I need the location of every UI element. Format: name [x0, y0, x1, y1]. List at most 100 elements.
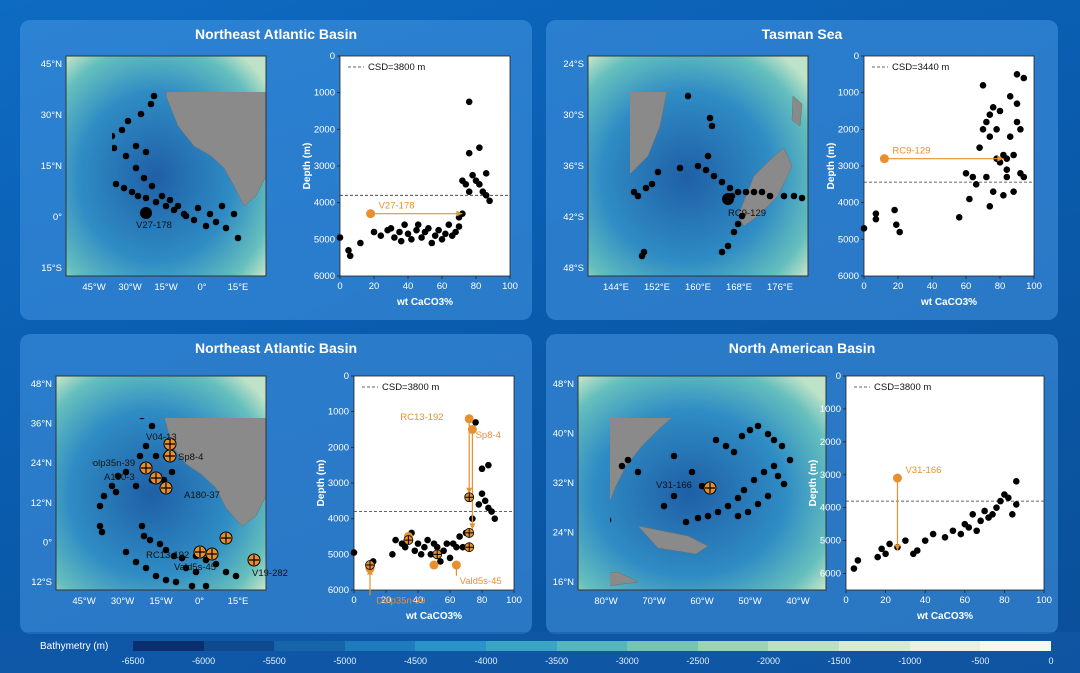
core-site-dot	[726, 184, 734, 192]
map-lon-label: 15°W	[154, 282, 177, 293]
core-site-dot	[676, 164, 684, 172]
data-point	[860, 225, 868, 232]
core-site-dot	[744, 508, 752, 516]
core-site-dot	[140, 532, 148, 540]
core-site-dot	[694, 514, 702, 522]
data-point	[425, 225, 432, 232]
map: V31-166 48°N 40°N 32°N 24°N 16°N 80°W 70°W 60°W 5…	[553, 375, 827, 607]
y-tick-label: 0	[330, 51, 335, 62]
panel-1: Northeast Atlantic Basin V27-178 45°N 30°N 1…	[20, 20, 532, 320]
data-point	[1012, 501, 1020, 508]
core-site-dot	[746, 426, 754, 434]
orange-point	[892, 473, 902, 483]
y-tick-label: 1000	[838, 88, 859, 99]
core-site-dot	[758, 188, 766, 196]
core-site-dot	[150, 92, 158, 100]
map-lon-label: 168°E	[726, 282, 752, 293]
map-lat-label: 48°S	[563, 263, 584, 274]
data-point	[1009, 510, 1016, 518]
core-site-highlight	[140, 207, 152, 219]
core-site-dot	[702, 166, 710, 174]
x-tick-label: 40	[920, 595, 931, 606]
map-lat-label: 24°N	[31, 458, 52, 469]
map-lon-label: 80°W	[594, 596, 617, 607]
data-point	[401, 221, 408, 228]
data-point	[1003, 166, 1011, 173]
data-point	[408, 236, 415, 243]
data-point	[996, 107, 1004, 115]
map-lat-label: 0°	[43, 537, 52, 548]
data-point	[442, 230, 449, 238]
data-point	[983, 118, 990, 126]
orange-label: V27-178	[379, 201, 415, 212]
core-site-dot	[128, 188, 136, 196]
core-site-dot	[780, 480, 788, 488]
core-site-dot	[712, 436, 720, 444]
data-point	[913, 547, 921, 554]
data-point	[1020, 173, 1028, 181]
data-point	[435, 226, 442, 234]
core-site-dot	[234, 234, 242, 242]
core-site-dot	[704, 512, 712, 520]
data-point	[854, 557, 862, 564]
data-point	[1017, 126, 1024, 133]
y-tick-label: 3000	[314, 161, 335, 172]
y-tick-label: 1000	[314, 88, 335, 99]
data-point	[411, 547, 419, 555]
map-lon-label: 40°W	[786, 596, 809, 607]
colorbar-cell	[556, 641, 628, 651]
core-site-dot	[202, 222, 210, 230]
data-point	[465, 149, 473, 157]
data-point	[414, 221, 422, 228]
core-site-dot	[642, 184, 650, 192]
core-site-dot	[778, 442, 786, 450]
core-site-dot	[734, 494, 742, 502]
data-point	[902, 537, 909, 544]
x-axis-label: wt CaCO3%	[405, 611, 462, 622]
y-tick-label: 5000	[820, 536, 841, 547]
y-tick-label: 2000	[314, 124, 335, 135]
orange-label: RC9-129	[892, 146, 930, 157]
data-point	[377, 232, 385, 239]
data-point	[882, 550, 889, 558]
core-site-dot	[147, 100, 155, 108]
y-axis-label: Depth (m)	[826, 143, 837, 190]
core-site-dot	[750, 188, 758, 196]
colorbar-cell	[980, 641, 1051, 651]
data-point	[491, 515, 499, 522]
y-tick-label: 6000	[838, 271, 859, 282]
core-site-dot	[142, 148, 150, 156]
colorbar-cell	[627, 641, 698, 651]
core-site-dot	[137, 110, 145, 118]
data-point	[428, 239, 436, 247]
colorbar-tick-label: -3500	[545, 656, 569, 666]
x-tick-label: 60	[960, 595, 971, 606]
core-site-dot	[120, 184, 128, 192]
data-point	[1010, 188, 1017, 195]
core-site-dot	[734, 512, 742, 520]
data-point	[965, 524, 973, 531]
core-site-dot	[152, 198, 160, 206]
core-site-dot	[148, 422, 156, 430]
core-site-dot	[660, 502, 668, 510]
core-site-dot	[714, 508, 722, 516]
x-tick-label: 100	[1036, 595, 1052, 606]
data-point	[346, 252, 354, 260]
core-site-dot	[156, 540, 164, 548]
colorbar-tick-label: -1500	[827, 656, 851, 666]
data-point	[949, 527, 957, 535]
map-lat-label: 36°S	[563, 161, 584, 172]
core-site-dot	[148, 182, 156, 190]
core-site-dot	[764, 430, 772, 438]
data-point	[850, 565, 858, 572]
core-site-dot	[222, 568, 230, 576]
data-point	[1005, 494, 1012, 502]
data-point	[485, 461, 492, 469]
core-site-dot	[718, 248, 726, 256]
core-site-dot	[640, 248, 648, 256]
colorbar-swatches	[133, 641, 1051, 651]
x-axis-label: wt CaCO3%	[920, 297, 977, 308]
map-lat-label: 30°S	[563, 110, 584, 121]
map-lat-label: 12°S	[31, 577, 52, 588]
core-site-dot	[172, 578, 180, 586]
